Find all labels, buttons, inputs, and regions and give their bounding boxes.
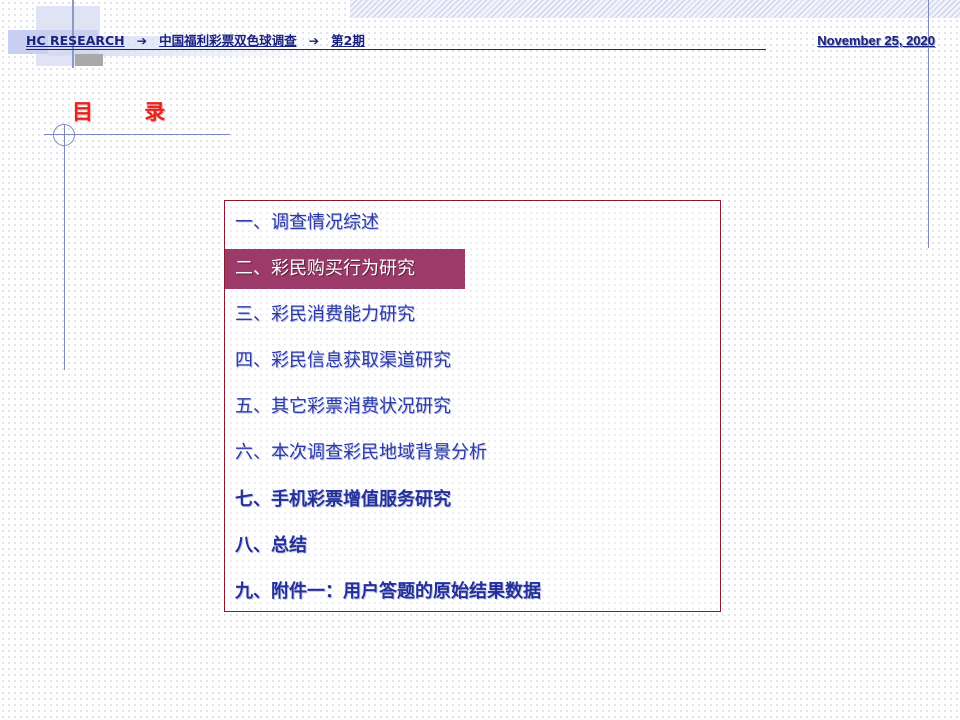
decor-circle — [53, 124, 75, 146]
toc-item[interactable]: 九、附件一：用户答题的原始结果数据 — [235, 572, 541, 612]
breadcrumb-project: 中国福利彩票双色球调查 — [159, 33, 297, 48]
toc-item[interactable]: 六、本次调查彩民地域背景分析 — [235, 433, 487, 473]
breadcrumb-company: HC RESEARCH — [26, 33, 125, 48]
header-hatch-pattern — [350, 0, 960, 18]
decor-vertical-line — [64, 124, 65, 370]
toc-item[interactable]: 七、手机彩票增值服务研究 — [235, 480, 451, 520]
toc-item[interactable]: 五、其它彩票消费状况研究 — [235, 387, 451, 427]
toc-item[interactable]: 一、调查情况综述 — [235, 203, 379, 243]
toc-item[interactable]: 八、总结 — [235, 526, 307, 566]
toc-item[interactable]: 三、彩民消费能力研究 — [235, 295, 415, 335]
toc-item-active[interactable]: 二、彩民购买行为研究 — [225, 249, 465, 289]
page-title: 目 录 — [72, 100, 188, 124]
arrow-right-icon: ➔ — [136, 33, 148, 48]
breadcrumb: HC RESEARCH ➔ 中国福利彩票双色球调查 ➔ 第2期 — [26, 33, 766, 50]
toc-item[interactable]: 四、彩民信息获取渠道研究 — [235, 341, 451, 381]
breadcrumb-issue: 第2期 — [331, 33, 365, 48]
toc-box: 一、调查情况综述 二、彩民购买行为研究 三、彩民消费能力研究 四、彩民信息获取渠… — [224, 200, 721, 612]
header-decor-square — [75, 54, 103, 66]
arrow-right-icon: ➔ — [308, 33, 320, 48]
header-date: November 25, 2020 — [817, 33, 935, 48]
